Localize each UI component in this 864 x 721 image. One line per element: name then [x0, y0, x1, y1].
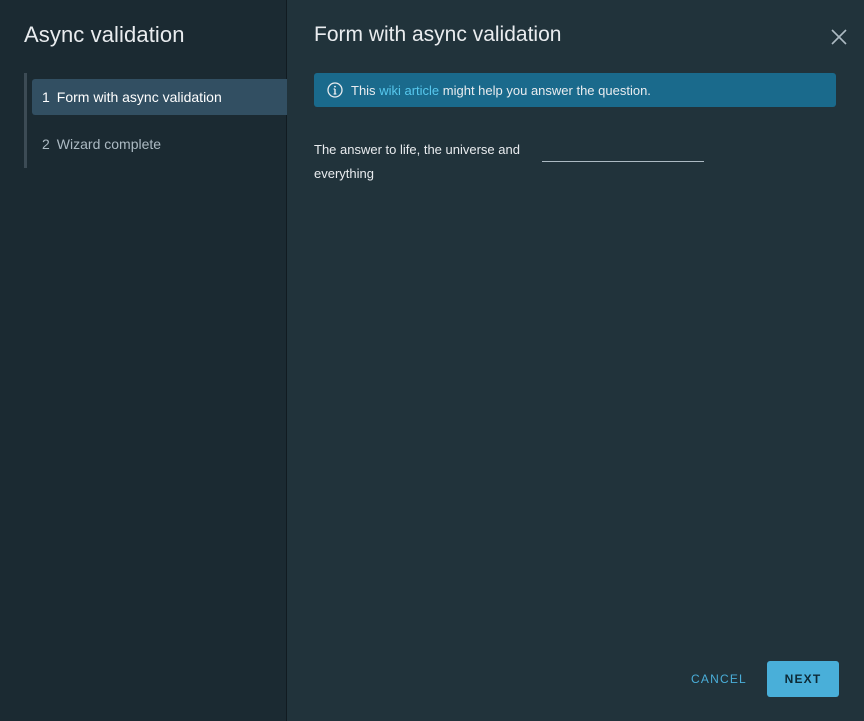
step-label: Wizard complete [56, 136, 162, 152]
wiki-article-link[interactable]: wiki article [379, 83, 439, 98]
step-label: Form with async validation [56, 89, 222, 105]
wizard-step-list: 1 Form with async validation 2 Wizard co… [24, 73, 290, 168]
alert-text-prefix: This [351, 82, 376, 98]
step-number: 1 [42, 89, 50, 105]
alert-text-suffix: might help you answer the question. [442, 82, 651, 98]
close-button[interactable] [830, 28, 848, 46]
cancel-button[interactable]: CANCEL [683, 661, 755, 697]
next-button[interactable]: NEXT [767, 661, 839, 697]
info-alert: This wiki article might help you answer … [314, 73, 836, 107]
close-icon [831, 29, 847, 45]
wizard-sidebar: Async validation 1 Form with async valid… [0, 0, 287, 721]
answer-field-label: The answer to life, the universe and eve… [314, 142, 520, 181]
step-form-async-validation[interactable]: 1 Form with async validation [32, 79, 287, 115]
wizard-modal: Async validation 1 Form with async valid… [0, 0, 864, 721]
wizard-content: Form with async validation This wiki art… [287, 0, 864, 721]
step-number: 2 [42, 136, 50, 152]
page-title: Form with async validation [314, 23, 562, 46]
info-circle-icon [327, 82, 343, 98]
step-wizard-complete[interactable]: 2 Wizard complete [32, 126, 287, 162]
answer-input[interactable] [542, 140, 704, 162]
wizard-title: Async validation [24, 22, 185, 47]
